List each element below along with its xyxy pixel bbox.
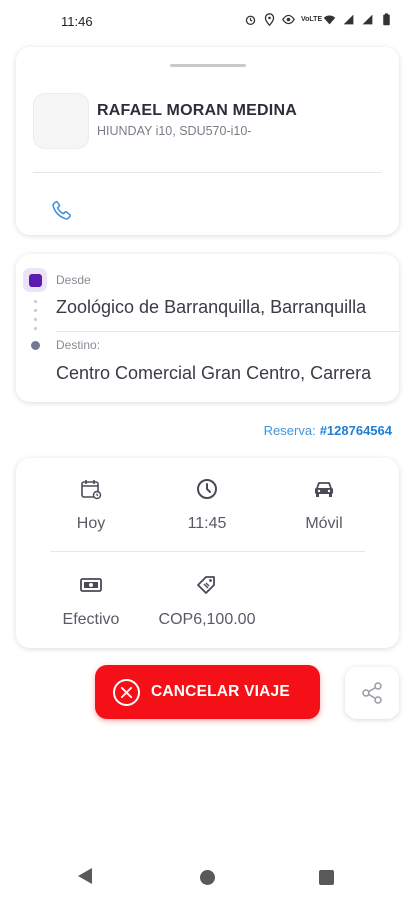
detail-vehicle: Móvil	[264, 477, 384, 533]
detail-price: COP6,100.00	[147, 573, 267, 629]
price-tag-icon	[197, 576, 215, 594]
car-icon	[315, 482, 333, 497]
route-connector	[34, 300, 37, 336]
back-icon[interactable]	[78, 868, 92, 884]
divider	[56, 331, 399, 332]
detail-time-value: 11:45	[187, 515, 227, 532]
wifi-icon	[323, 15, 336, 25]
recent-apps-icon[interactable]	[319, 870, 334, 885]
call-button[interactable]	[49, 197, 75, 223]
reservation-number[interactable]: #128764564	[320, 423, 392, 438]
reservation-info: Reserva: #128764564	[264, 423, 392, 438]
cancel-trip-button[interactable]: CANCELAR VIAJE	[95, 665, 320, 719]
location-icon	[264, 13, 275, 26]
trip-details-card: Hoy 11:45 Móvil Efectivo COP6,100.00	[16, 458, 399, 648]
alarm-icon	[245, 15, 256, 26]
battery-icon	[383, 13, 390, 26]
divider	[33, 172, 382, 173]
eye-icon	[282, 14, 295, 25]
home-icon[interactable]	[200, 870, 215, 885]
driver-card: RAFAEL MORAN MEDINA HIUNDAY i10, SDU570-…	[16, 47, 399, 235]
destination-address[interactable]: Centro Comercial Gran Centro, Carrera	[56, 363, 371, 384]
destination-label: Destino:	[56, 338, 101, 352]
driver-vehicle: HIUNDAY i10, SDU570-i10-	[97, 124, 252, 138]
calendar-icon	[81, 480, 102, 500]
close-icon	[113, 678, 140, 706]
origin-address[interactable]: Zoológico de Barranquilla, Barranquilla	[56, 297, 366, 318]
detail-price-value: COP6,100.00	[158, 611, 256, 628]
drag-handle[interactable]	[170, 64, 246, 67]
volte-icon: VoLTE	[301, 16, 323, 23]
detail-payment-value: Efectivo	[62, 611, 120, 628]
reservation-label: Reserva:	[263, 423, 316, 438]
share-button[interactable]	[345, 667, 399, 719]
detail-payment: Efectivo	[31, 573, 151, 629]
driver-avatar	[33, 93, 89, 149]
route-card: Desde Zoológico de Barranquilla, Barranq…	[16, 254, 399, 402]
detail-time: 11:45	[147, 477, 267, 533]
signal-icon	[343, 14, 354, 25]
status-time: 11:46	[61, 14, 93, 29]
divider	[50, 551, 365, 552]
phone-icon	[52, 200, 71, 220]
clock-icon	[197, 479, 217, 499]
origin-label: Desde	[56, 273, 91, 287]
cancel-trip-label: CANCELAR VIAJE	[151, 683, 290, 700]
driver-name: RAFAEL MORAN MEDINA	[97, 102, 297, 119]
origin-marker-icon	[23, 268, 47, 292]
detail-date: Hoy	[31, 477, 151, 533]
share-icon	[362, 682, 382, 704]
signal-icon	[362, 14, 373, 25]
status-icons: VoLTE	[244, 13, 393, 26]
status-bar: 11:46 VoLTE	[0, 0, 415, 44]
detail-date-value: Hoy	[76, 515, 106, 532]
cash-icon	[80, 578, 102, 592]
destination-marker-icon	[31, 341, 40, 350]
detail-vehicle-value: Móvil	[305, 515, 343, 532]
system-nav-bar	[0, 850, 415, 900]
